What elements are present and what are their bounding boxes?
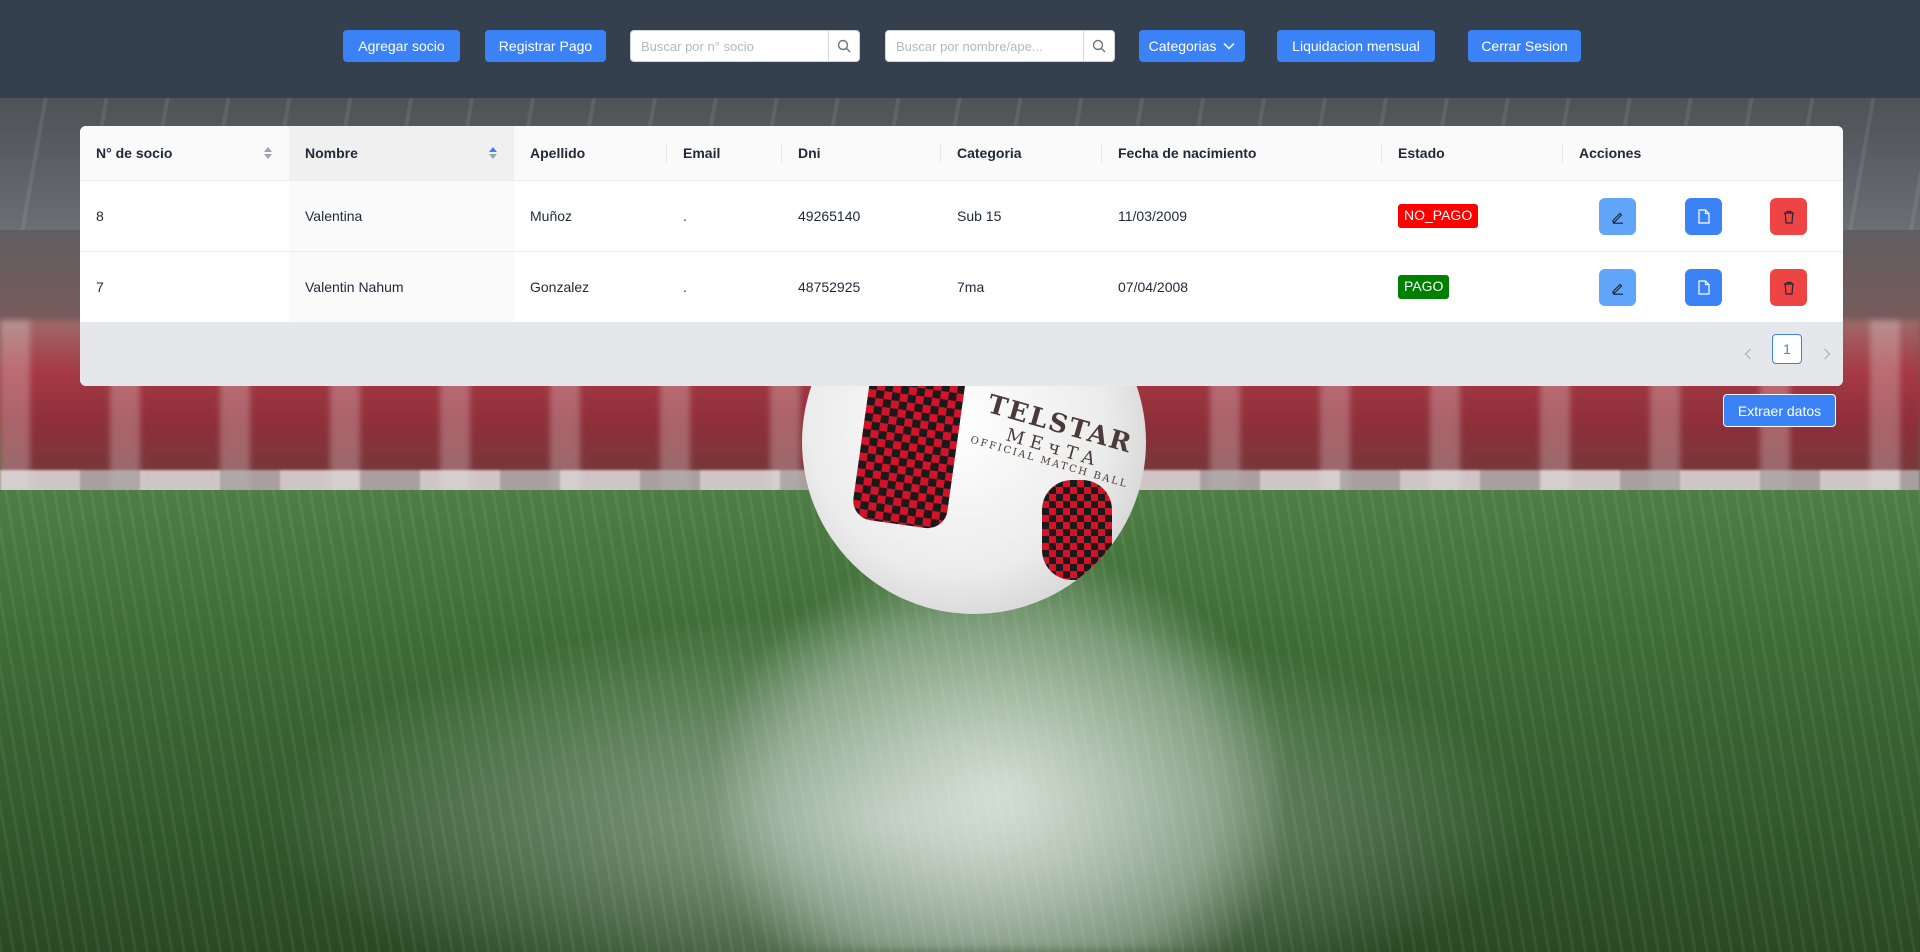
chevron-down-icon: [1223, 42, 1235, 50]
cell-fecha: 07/04/2008: [1118, 279, 1189, 295]
column-header-fecha: Fecha de nacimiento: [1102, 126, 1382, 180]
pencil-icon: [1611, 283, 1623, 295]
cell-numero: 7: [96, 279, 104, 295]
column-header-estado: Estado: [1382, 126, 1563, 180]
trash-icon: [1783, 210, 1794, 224]
sort-icon[interactable]: [263, 145, 273, 161]
column-label: Dni: [798, 145, 821, 161]
cell-categoria: Sub 15: [957, 208, 1002, 224]
cell-numero: 8: [96, 208, 104, 224]
pitch-line: [720, 560, 1280, 952]
chevron-left-icon: [1744, 348, 1751, 360]
search-by-name: [885, 30, 1115, 62]
cell-apellido: Muñoz: [530, 208, 573, 224]
search-number-input[interactable]: [631, 31, 828, 61]
search-number-button[interactable]: [828, 31, 859, 61]
column-label: Email: [683, 145, 721, 161]
top-toolbar: Agregar socio Registrar Pago Categorias …: [0, 0, 1920, 98]
search-by-number: [630, 30, 860, 62]
table-header: N° de socio Nombre Apellido Email Dni Ca…: [80, 126, 1843, 181]
column-header-numero[interactable]: N° de socio: [80, 126, 289, 180]
table-row: 7 Valentin Nahum Gonzalez . 48752925 7ma…: [80, 252, 1843, 323]
document-button[interactable]: [1685, 269, 1722, 306]
pagination: 1: [80, 322, 1843, 386]
cell-nombre: Valentina: [289, 181, 514, 251]
delete-button[interactable]: [1770, 269, 1807, 306]
delete-button[interactable]: [1770, 198, 1807, 235]
column-header-dni: Dni: [782, 126, 941, 180]
register-payment-button[interactable]: Registrar Pago: [485, 30, 606, 62]
cell-estado: NO_PAGO: [1382, 181, 1563, 251]
search-name-button[interactable]: [1083, 31, 1114, 61]
search-name-input[interactable]: [886, 31, 1083, 61]
document-button[interactable]: [1685, 198, 1722, 235]
column-header-acciones: Acciones: [1563, 126, 1843, 180]
chevron-right-icon: [1824, 348, 1831, 360]
categories-dropdown[interactable]: Categorias: [1139, 30, 1245, 62]
previous-page-button[interactable]: [1738, 344, 1758, 364]
column-label: Nombre: [305, 145, 358, 161]
ball-logo-text: TELSTAR MEчTA OFFICIAL MATCH BALL: [969, 389, 1143, 491]
column-header-categoria: Categoria: [941, 126, 1102, 180]
trash-icon: [1783, 281, 1794, 295]
table-row: 8 Valentina Muñoz . 49265140 Sub 15 11/0…: [80, 181, 1843, 252]
column-label: Acciones: [1579, 145, 1642, 161]
column-label: Fecha de nacimiento: [1118, 145, 1257, 161]
status-badge: PAGO: [1398, 275, 1450, 299]
search-icon: [1092, 39, 1106, 53]
column-label: Estado: [1398, 145, 1445, 161]
column-label: Categoria: [957, 145, 1022, 161]
cell-dni: 48752925: [798, 279, 861, 295]
monthly-settlement-button[interactable]: Liquidacion mensual: [1277, 30, 1435, 62]
column-label: Apellido: [530, 145, 586, 161]
status-badge: NO_PAGO: [1398, 204, 1479, 228]
column-header-nombre[interactable]: Nombre: [289, 126, 514, 180]
column-header-email: Email: [667, 126, 782, 180]
logout-button[interactable]: Cerrar Sesion: [1468, 30, 1581, 62]
categories-label: Categorias: [1148, 38, 1217, 54]
cell-email: .: [683, 279, 687, 295]
next-page-button[interactable]: [1817, 344, 1837, 364]
cell-estado: PAGO: [1382, 252, 1563, 322]
members-table: N° de socio Nombre Apellido Email Dni Ca…: [80, 126, 1843, 386]
search-icon: [837, 39, 851, 53]
column-label: N° de socio: [96, 145, 173, 161]
edit-button[interactable]: [1599, 198, 1636, 235]
sort-ascending-icon[interactable]: [488, 145, 498, 161]
page-number-button[interactable]: 1: [1772, 334, 1802, 364]
add-member-button[interactable]: Agregar socio: [343, 30, 460, 62]
edit-button[interactable]: [1599, 269, 1636, 306]
column-header-apellido: Apellido: [514, 126, 667, 180]
cell-email: .: [683, 208, 687, 224]
extract-data-button[interactable]: Extraer datos: [1723, 394, 1836, 427]
cell-fecha: 11/03/2009: [1118, 208, 1188, 224]
cell-categoria: 7ma: [957, 279, 985, 295]
file-icon: [1697, 209, 1710, 224]
cell-nombre: Valentin Nahum: [289, 252, 514, 322]
file-icon: [1697, 280, 1710, 295]
pencil-icon: [1611, 212, 1623, 224]
cell-dni: 49265140: [798, 208, 861, 224]
cell-apellido: Gonzalez: [530, 279, 590, 295]
